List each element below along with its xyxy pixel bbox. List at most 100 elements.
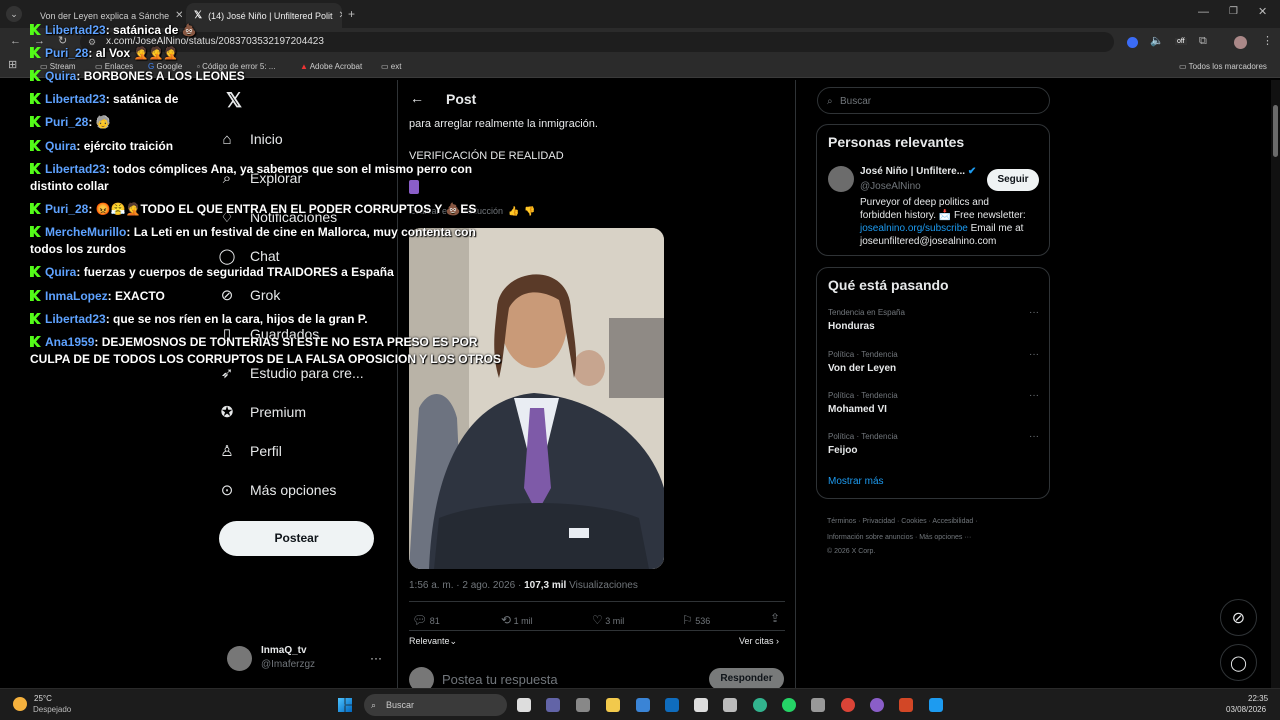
app-icon[interactable] xyxy=(870,698,884,712)
nav-explorar[interactable]: ⌕ Explorar xyxy=(218,169,302,187)
site-info-icon[interactable]: ⚙ xyxy=(88,32,96,52)
extensions-puzzle-icon[interactable]: ⧉ xyxy=(1199,36,1207,47)
tab-2-title: (14) José Niño | Unfiltered Polit xyxy=(208,10,333,21)
app-icon[interactable] xyxy=(811,698,825,712)
maximize-icon[interactable]: ❐ xyxy=(1229,6,1238,17)
nav-notificaciones[interactable]: ♢ Notificaciones xyxy=(218,208,337,226)
post-image[interactable] xyxy=(409,228,664,569)
app-icon[interactable] xyxy=(576,698,590,712)
powerpoint-icon[interactable] xyxy=(899,698,913,712)
more-icon[interactable]: ··· xyxy=(1029,349,1039,360)
weather-icon[interactable] xyxy=(13,697,27,711)
footer-links[interactable]: Términos · Privacidad · Cookies · Accesi… xyxy=(827,514,978,557)
bio-link[interactable]: josealnino.org/subscribe xyxy=(860,223,968,234)
reply-input[interactable]: Postea tu respuesta xyxy=(442,672,558,687)
kick-icon xyxy=(30,266,41,277)
relevant-avatar[interactable] xyxy=(828,166,854,192)
bookmark-stream[interactable]: ▭ Stream xyxy=(40,62,76,71)
whatsapp-icon[interactable] xyxy=(782,698,796,712)
chat-bubble-icon: ◯ xyxy=(1230,655,1247,672)
scrollbar-thumb[interactable] xyxy=(1273,105,1278,157)
nav-chat[interactable]: ◯ Chat xyxy=(218,247,280,265)
close-tab-icon[interactable]: ✕ xyxy=(175,10,182,21)
edge-icon[interactable] xyxy=(753,698,767,712)
show-more-link[interactable]: Mostrar más xyxy=(828,476,884,487)
task-view-icon[interactable] xyxy=(517,698,531,712)
back-icon[interactable]: ← xyxy=(10,36,21,47)
forward-icon[interactable]: → xyxy=(34,36,45,47)
tab-list-button[interactable]: ⌄ xyxy=(6,6,22,22)
nav-premium[interactable]: ✪ Premium xyxy=(218,403,306,421)
heart-icon: ♡ xyxy=(592,613,603,627)
address-bar[interactable]: ⚙ x.com/JoseAlNino/status/20837035321972… xyxy=(80,32,1114,52)
bell-icon: ♢ xyxy=(220,209,234,226)
back-arrow-icon[interactable]: ← xyxy=(410,90,424,106)
minimize-icon[interactable]: — xyxy=(1198,6,1209,18)
nav-guardados[interactable]: ▯ Guardados xyxy=(218,325,319,343)
file-explorer-icon[interactable] xyxy=(606,698,620,712)
tab-2[interactable]: 𝕏 (14) José Niño | Unfiltered Polit ✕ xyxy=(186,3,342,28)
nav-grok[interactable]: ⊘ Grok xyxy=(218,286,281,304)
post-button[interactable]: Postear xyxy=(219,521,374,556)
weather-temp[interactable]: 25°C xyxy=(34,694,52,703)
more-icon[interactable]: ··· xyxy=(1029,431,1039,442)
more-icon[interactable]: ··· xyxy=(1029,307,1039,318)
follow-button[interactable]: Seguir xyxy=(987,169,1039,191)
app-icon[interactable] xyxy=(694,698,708,712)
account-avatar[interactable] xyxy=(227,646,252,671)
grok-icon: ⊘ xyxy=(220,287,234,304)
all-bookmarks[interactable]: ▭ Todos los marcadores xyxy=(1179,62,1267,71)
close-window-icon[interactable]: ✕ xyxy=(1258,5,1267,18)
outlook-icon[interactable] xyxy=(665,698,679,712)
scrollbar-track[interactable] xyxy=(1271,80,1280,688)
browser-menu-icon[interactable]: ⋮ xyxy=(1262,36,1273,47)
chrome-icon[interactable] xyxy=(841,698,855,712)
close-tab-icon[interactable]: ✕ xyxy=(338,10,342,21)
relevant-name[interactable]: José Niño | Unfiltere... ✔ xyxy=(860,166,976,177)
reply-button[interactable]: Responder xyxy=(709,668,784,690)
nav-perfil[interactable]: ♙ Perfil xyxy=(218,442,282,460)
profile-avatar[interactable] xyxy=(1234,36,1247,49)
bookmark-ext[interactable]: ▭ ext xyxy=(381,62,401,71)
apps-grid-icon[interactable]: ⊞ xyxy=(8,60,17,71)
start-icon[interactable] xyxy=(338,698,352,712)
more-icon[interactable]: ··· xyxy=(1029,390,1039,401)
tab-1[interactable]: Von der Leyen explica a Sánche ✕ xyxy=(26,3,182,28)
thumbs-up-icon[interactable]: 👍 xyxy=(506,206,519,216)
repost-action[interactable]: ⟲ 1 mil xyxy=(501,613,533,627)
sort-relevante[interactable]: Relevante⌄ xyxy=(409,636,457,647)
share-icon[interactable]: ⇪ xyxy=(770,611,780,625)
bookmark-enlaces[interactable]: ▭ Enlaces xyxy=(95,62,133,71)
reload-icon[interactable]: ↻ xyxy=(58,36,67,47)
bookmark-action[interactable]: ⚐ 536 xyxy=(682,613,710,627)
weather-desc: Despejado xyxy=(33,705,72,714)
app-icon[interactable] xyxy=(723,698,737,712)
search-box[interactable]: ⌕ Buscar xyxy=(817,87,1050,114)
thumbs-down-icon[interactable]: 👎 xyxy=(522,206,535,216)
grok-float-button[interactable]: ⊘ xyxy=(1220,599,1257,636)
ver-citas-link[interactable]: Ver citas › xyxy=(739,636,779,646)
nav-mas-opciones[interactable]: ⊙ Más opciones xyxy=(218,481,337,499)
clock-date[interactable]: 03/08/2026 xyxy=(1226,705,1266,714)
nav-estudio[interactable]: ➶ Estudio para cre... xyxy=(218,364,364,382)
teams-icon[interactable] xyxy=(546,698,560,712)
like-action[interactable]: ♡ 3 mil xyxy=(592,613,624,627)
x-logo-icon[interactable]: 𝕏 xyxy=(226,88,242,113)
audio-icon[interactable]: 🔈 xyxy=(1150,36,1164,47)
bookmark-error-code[interactable]: ▫ Código de error 5: ... xyxy=(197,62,275,71)
bookmark-adobe[interactable]: ▲ Adobe Acrobat xyxy=(300,62,362,71)
trends-title: Qué está pasando xyxy=(828,277,949,293)
bookmark-google[interactable]: G Google xyxy=(148,62,182,71)
store-icon[interactable] xyxy=(636,698,650,712)
new-tab-icon[interactable]: + xyxy=(348,7,355,21)
taskbar-search[interactable]: ⌕ Buscar xyxy=(364,694,507,716)
messages-float-button[interactable]: ◯ xyxy=(1220,644,1257,681)
reply-action[interactable]: 💬︎ 81 xyxy=(412,613,440,627)
account-name[interactable]: InmaQ_tv xyxy=(261,645,307,656)
nav-inicio[interactable]: ⌂ Inicio xyxy=(218,130,282,148)
active-browser-icon[interactable] xyxy=(929,698,943,712)
account-menu-icon[interactable]: ··· xyxy=(370,651,382,665)
extension-off-icon[interactable]: off xyxy=(1175,38,1187,45)
extension-icon[interactable] xyxy=(1127,37,1138,48)
clock-time[interactable]: 22:35 xyxy=(1248,694,1268,703)
